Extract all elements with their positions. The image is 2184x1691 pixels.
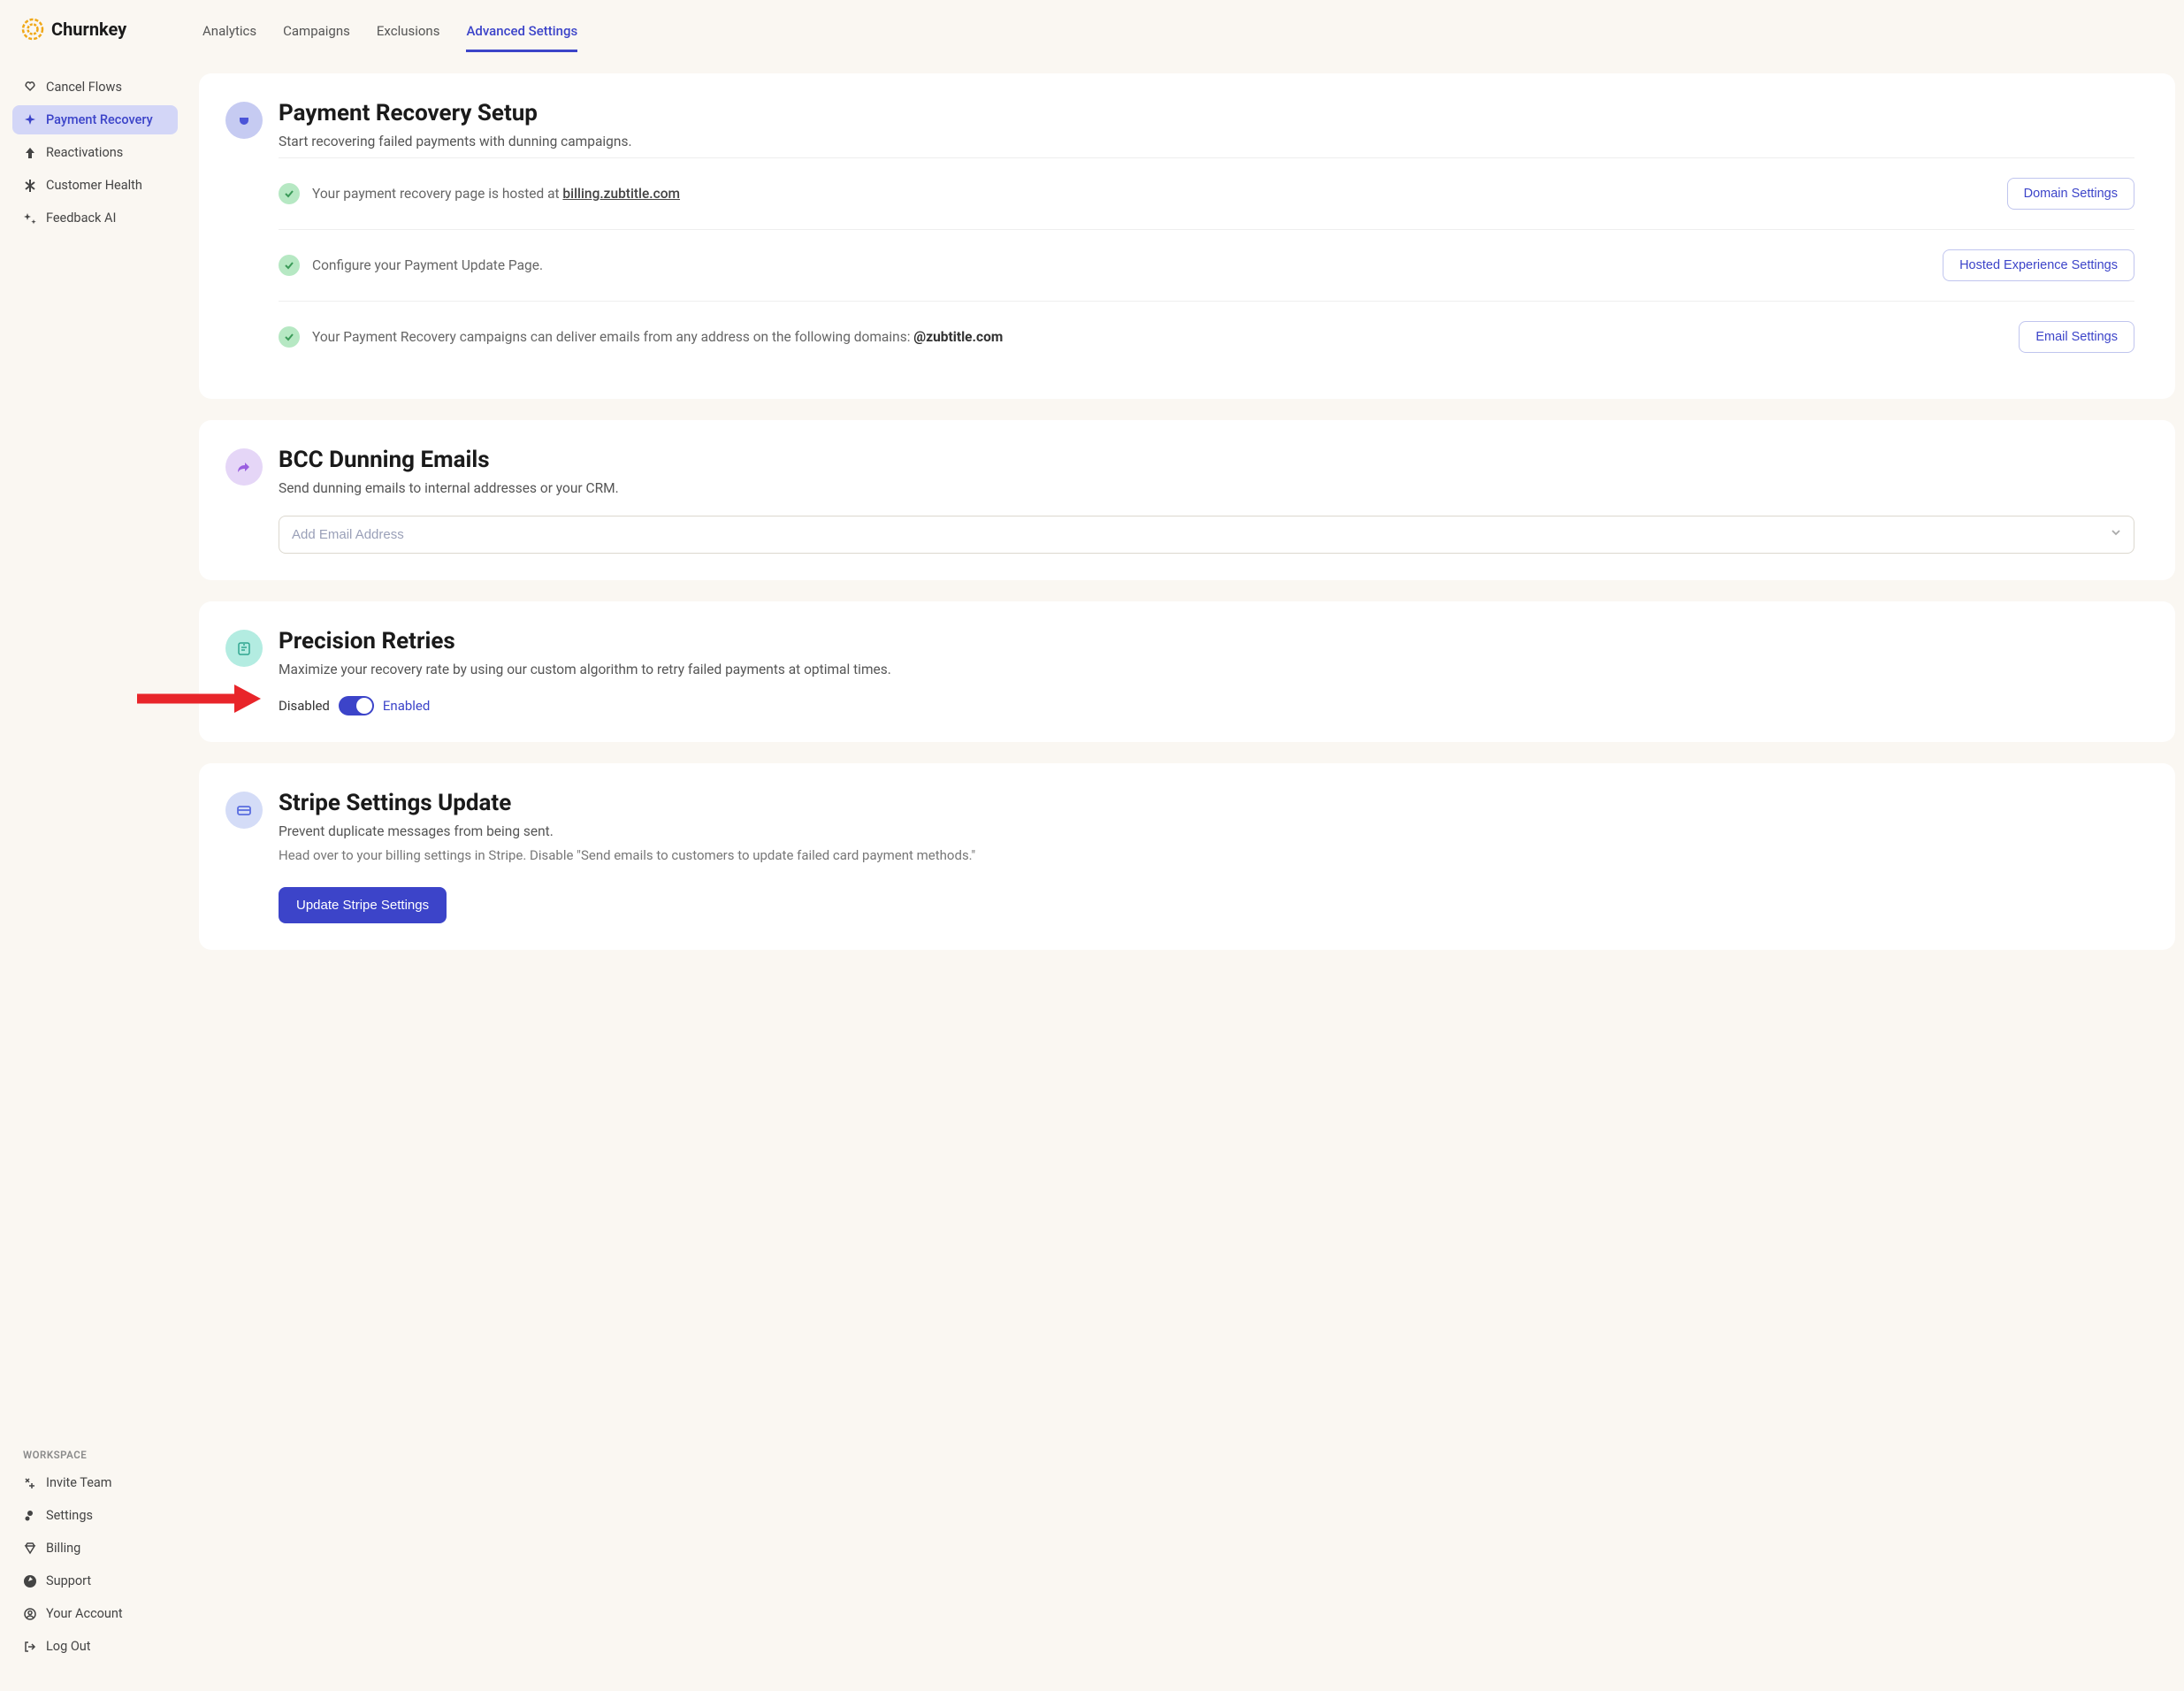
asterisk-icon <box>23 179 37 193</box>
nav-feedback-ai[interactable]: Feedback AI <box>12 203 178 233</box>
update-stripe-button[interactable]: Update Stripe Settings <box>279 887 447 923</box>
nav-reactivations[interactable]: Reactivations <box>12 138 178 167</box>
heart-hands-icon <box>23 80 37 95</box>
sparkles-icon <box>23 211 37 226</box>
email-settings-button[interactable]: Email Settings <box>2019 321 2134 353</box>
tab-campaigns[interactable]: Campaigns <box>283 23 350 52</box>
card-desc: Prevent duplicate messages from being se… <box>279 822 975 842</box>
setup-text: Your payment recovery page is hosted at … <box>312 184 1995 204</box>
tab-exclusions[interactable]: Exclusions <box>377 23 440 52</box>
brand-name: Churnkey <box>51 19 126 40</box>
ws-billing[interactable]: Billing <box>12 1534 178 1563</box>
plug-icon <box>225 102 263 139</box>
setup-text: Configure your Payment Update Page. <box>312 256 1930 276</box>
precision-retries-toggle[interactable] <box>339 696 374 715</box>
setup-row-domain: Your payment recovery page is hosted at … <box>279 157 2134 229</box>
nav-label: Your Account <box>46 1606 123 1621</box>
logo[interactable]: Churnkey <box>12 18 178 41</box>
card-desc: Send dunning emails to internal addresse… <box>279 478 619 499</box>
retry-icon <box>225 630 263 667</box>
user-icon <box>23 1607 37 1621</box>
toggle-enabled-label: Enabled <box>383 698 430 714</box>
logo-mark-icon <box>21 18 44 41</box>
compass-icon <box>23 1574 37 1588</box>
domain-settings-button[interactable]: Domain Settings <box>2007 178 2134 210</box>
tabs: Analytics Campaigns Exclusions Advanced … <box>199 0 2175 52</box>
nav-label: Customer Health <box>46 178 142 193</box>
tab-advanced-settings[interactable]: Advanced Settings <box>466 23 577 52</box>
logout-icon <box>23 1640 37 1654</box>
annotation-arrow-icon <box>137 681 261 720</box>
nav-label: Settings <box>46 1508 93 1523</box>
nav-label: Reactivations <box>46 145 123 160</box>
card-desc: Start recovering failed payments with du… <box>279 132 632 152</box>
card-title: Precision Retries <box>279 628 891 654</box>
nav-label: Payment Recovery <box>46 112 153 127</box>
nav-label: Invite Team <box>46 1475 112 1490</box>
ws-settings[interactable]: Settings <box>12 1501 178 1530</box>
card-title: Stripe Settings Update <box>279 790 975 816</box>
send-up-icon <box>23 146 37 160</box>
team-icon <box>23 1476 37 1490</box>
hosted-experience-button[interactable]: Hosted Experience Settings <box>1943 249 2134 281</box>
ws-account[interactable]: Your Account <box>12 1599 178 1628</box>
recovery-page-link[interactable]: billing.zubtitle.com <box>562 186 680 202</box>
nav-label: Support <box>46 1573 91 1588</box>
nav-label: Cancel Flows <box>46 80 122 95</box>
nav-label: Feedback AI <box>46 210 116 226</box>
check-icon <box>279 326 300 348</box>
toggle-disabled-label: Disabled <box>279 698 330 714</box>
bcc-email-input[interactable] <box>279 516 2134 554</box>
card-payment-recovery-setup: Payment Recovery Setup Start recovering … <box>199 73 2175 399</box>
card-stack-icon <box>225 792 263 829</box>
card-desc-secondary: Head over to your billing settings in St… <box>279 846 975 866</box>
ws-invite-team[interactable]: Invite Team <box>12 1468 178 1497</box>
nav-label: Billing <box>46 1541 80 1556</box>
check-icon <box>279 255 300 276</box>
setup-row-hosted: Configure your Payment Update Page. Host… <box>279 229 2134 301</box>
gear-icon <box>23 1509 37 1523</box>
sparkle-icon <box>23 113 37 127</box>
card-bcc-dunning: BCC Dunning Emails Send dunning emails t… <box>199 420 2175 579</box>
nav-customer-health[interactable]: Customer Health <box>12 171 178 200</box>
ws-logout[interactable]: Log Out <box>12 1632 178 1661</box>
nav-label: Log Out <box>46 1639 91 1654</box>
setup-row-email: Your Payment Recovery campaigns can deli… <box>279 301 2134 372</box>
forward-icon <box>225 448 263 486</box>
nav-payment-recovery[interactable]: Payment Recovery <box>12 105 178 134</box>
card-stripe-settings: Stripe Settings Update Prevent duplicate… <box>199 763 2175 950</box>
check-icon <box>279 183 300 204</box>
diamond-icon <box>23 1542 37 1556</box>
card-title: BCC Dunning Emails <box>279 447 619 473</box>
card-title: Payment Recovery Setup <box>279 100 632 126</box>
workspace-section-label: WORKSPACE <box>12 1440 178 1468</box>
tab-analytics[interactable]: Analytics <box>202 23 256 52</box>
card-precision-retries: Precision Retries Maximize your recovery… <box>199 601 2175 742</box>
setup-text: Your Payment Recovery campaigns can deli… <box>312 327 2006 348</box>
ws-support[interactable]: Support <box>12 1566 178 1595</box>
card-desc: Maximize your recovery rate by using our… <box>279 660 891 680</box>
nav-cancel-flows[interactable]: Cancel Flows <box>12 73 178 102</box>
